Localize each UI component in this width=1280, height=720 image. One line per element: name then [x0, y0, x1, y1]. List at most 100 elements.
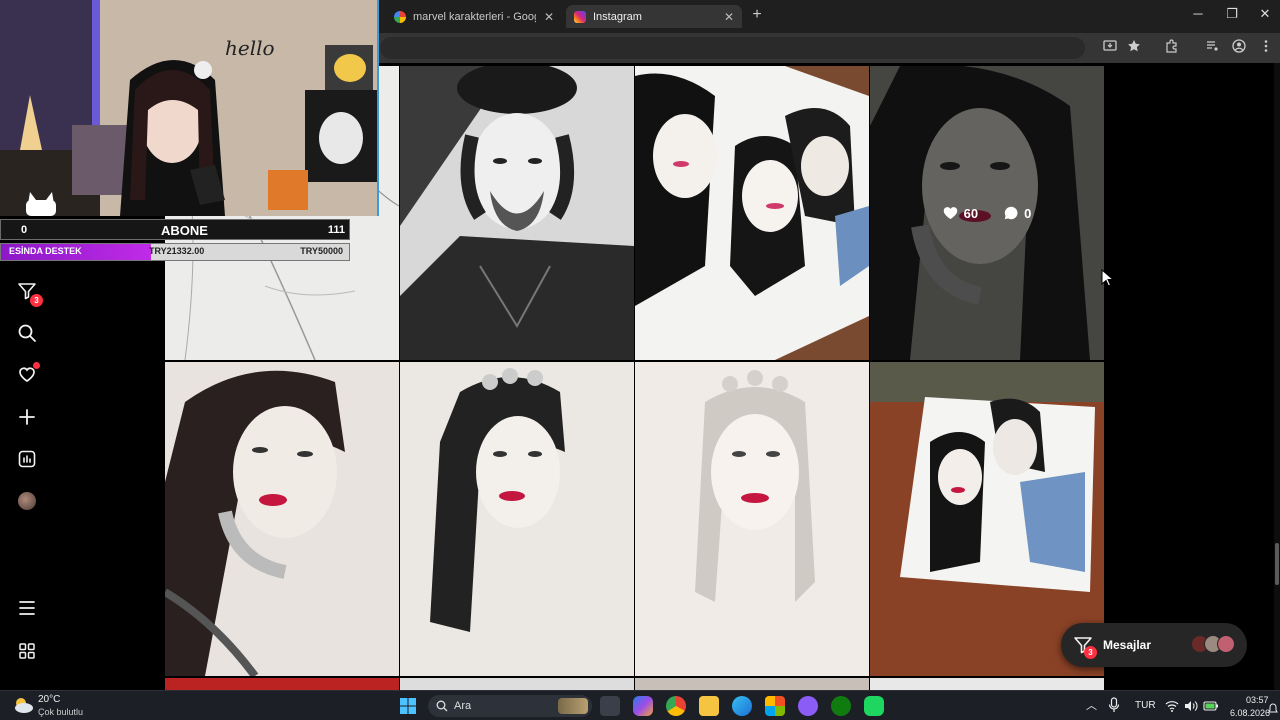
taskbar-search-box[interactable]: Ara: [428, 695, 592, 717]
microphone-icon[interactable]: [1108, 697, 1120, 718]
woman-sketch-image: [400, 362, 634, 676]
weather-description[interactable]: Çok bulutlu: [38, 707, 83, 717]
tab-close-icon[interactable]: ✕: [724, 10, 734, 24]
donation-current: TRY21332.00: [149, 246, 205, 256]
search-placeholder: Ara: [454, 700, 472, 712]
wall-hello-text: hello: [225, 36, 275, 60]
tab-google-search[interactable]: marvel karakterleri - Google'da ✕: [386, 5, 562, 28]
subscriber-goal: 111: [327, 224, 345, 236]
stream-goal-widget: 0 ABONE 111 ESİNDA DESTEK TRY21332.00 TR…: [0, 216, 350, 261]
heart-icon[interactable]: [14, 361, 40, 387]
messages-label: Mesajlar: [1103, 638, 1152, 652]
webcam-overlay: hello: [0, 0, 379, 216]
profile-icon[interactable]: [1230, 39, 1248, 57]
likes-stat: 60: [943, 206, 978, 221]
post-thumbnail[interactable]: [400, 678, 634, 690]
couple-drawing-image: [635, 66, 869, 360]
search-highlight-image: [558, 698, 588, 714]
tray-chevron-up-icon[interactable]: ︿: [1086, 697, 1097, 713]
weather-cloud-icon: [12, 695, 34, 715]
bw-portrait-man-image: [400, 66, 634, 360]
more-apps-icon[interactable]: [14, 638, 40, 664]
post-thumbnail[interactable]: [635, 678, 869, 690]
webcam-feed-image: hello: [0, 0, 377, 216]
message-avatars: [1191, 635, 1235, 653]
messages-count-badge: 3: [1084, 646, 1097, 659]
activity-dot: [33, 362, 40, 369]
copilot-icon[interactable]: [633, 696, 653, 716]
post-thumbnail[interactable]: [400, 66, 634, 360]
subscriber-count: 0: [21, 224, 28, 236]
donation-label: ESİNDA DESTEK: [9, 246, 82, 256]
notifications-filter-icon[interactable]: 3: [14, 278, 43, 307]
windows-taskbar: 20°C Çok bulutlu Ara ︿ TUR 03:57 6.08.20…: [0, 690, 1280, 720]
donation-goal: TRY50000: [300, 246, 343, 256]
clock-time[interactable]: 03:57: [1246, 695, 1269, 705]
google-favicon-icon: [394, 10, 406, 23]
woman-sketch-image: [635, 362, 869, 676]
subscriber-goal-bar: 0 ABONE 111: [0, 219, 350, 240]
post-thumbnail[interactable]: [400, 362, 634, 676]
notification-count-badge: 3: [30, 294, 43, 307]
post-hover-overlay: 60 0: [870, 66, 1104, 360]
tab-instagram[interactable]: Instagram ✕: [566, 5, 742, 28]
menu-hamburger-icon[interactable]: [14, 595, 40, 621]
likes-count: 60: [963, 205, 979, 221]
minimize-button[interactable]: ─: [1188, 6, 1208, 21]
subscriber-label: ABONE: [161, 223, 208, 238]
screen: marvel karakterleri - Google'da ✕ Instag…: [0, 0, 1280, 720]
volume-icon[interactable]: [1184, 699, 1198, 717]
mouse-cursor-icon: [1101, 268, 1115, 292]
profile-avatar[interactable]: [14, 488, 40, 514]
chrome-icon[interactable]: [666, 696, 686, 716]
woman-sketch-image: [165, 362, 399, 676]
create-plus-icon[interactable]: [14, 404, 40, 430]
tab-title: marvel karakterleri - Google'da: [413, 10, 536, 23]
search-icon[interactable]: [14, 320, 40, 346]
tab-close-icon[interactable]: ✕: [544, 10, 554, 24]
media-control-icon[interactable]: [1203, 39, 1221, 57]
address-bar[interactable]: [380, 37, 1085, 59]
post-thumbnail[interactable]: [635, 362, 869, 676]
wifi-icon[interactable]: [1165, 699, 1179, 717]
post-thumbnail-hovered[interactable]: 60 0: [870, 66, 1104, 360]
file-explorer-icon[interactable]: [699, 696, 719, 716]
heart-filled-icon: [943, 207, 957, 219]
notification-bell-icon[interactable]: [1268, 701, 1278, 719]
comments-count: 0: [1024, 205, 1032, 221]
app-icon[interactable]: [798, 696, 818, 716]
restore-button[interactable]: ❐: [1222, 6, 1242, 22]
task-view-icon[interactable]: [600, 696, 620, 716]
browser-menu-icon[interactable]: [1257, 39, 1275, 57]
post-thumbnail[interactable]: [870, 678, 1104, 690]
bookmark-star-icon[interactable]: [1125, 39, 1143, 57]
store-icon[interactable]: [765, 696, 785, 716]
dashboard-icon[interactable]: [14, 446, 40, 472]
edge-icon[interactable]: [732, 696, 752, 716]
scrollbar-thumb[interactable]: [1275, 543, 1279, 585]
start-windows-icon[interactable]: [398, 696, 418, 716]
comments-stat: 0: [1004, 206, 1031, 221]
extensions-icon[interactable]: [1163, 39, 1181, 57]
weather-temperature[interactable]: 20°C: [38, 694, 60, 705]
post-thumbnail[interactable]: [635, 66, 869, 360]
donation-goal-bar: ESİNDA DESTEK TRY21332.00 TRY50000: [0, 243, 350, 261]
close-window-button[interactable]: ✕: [1255, 6, 1275, 22]
post-thumbnail[interactable]: [165, 678, 399, 690]
instagram-favicon-icon: [574, 10, 586, 23]
search-icon: [436, 700, 448, 712]
messages-button[interactable]: 3 Mesajlar: [1061, 623, 1247, 667]
clock-date[interactable]: 6.08.2026: [1230, 708, 1270, 718]
tab-title: Instagram: [593, 10, 642, 23]
page-scrollbar[interactable]: [1274, 63, 1280, 690]
language-indicator[interactable]: TUR: [1135, 700, 1156, 711]
messages-filter-icon: 3: [1073, 635, 1097, 659]
comment-bubble-icon: [1004, 206, 1018, 220]
battery-icon[interactable]: [1203, 699, 1219, 717]
streaming-app-icon[interactable]: [864, 696, 884, 716]
new-tab-button[interactable]: +: [748, 6, 766, 24]
xbox-icon[interactable]: [831, 696, 851, 716]
avatar-image: [18, 492, 36, 510]
install-app-icon[interactable]: [1101, 39, 1119, 57]
post-thumbnail[interactable]: [165, 362, 399, 676]
